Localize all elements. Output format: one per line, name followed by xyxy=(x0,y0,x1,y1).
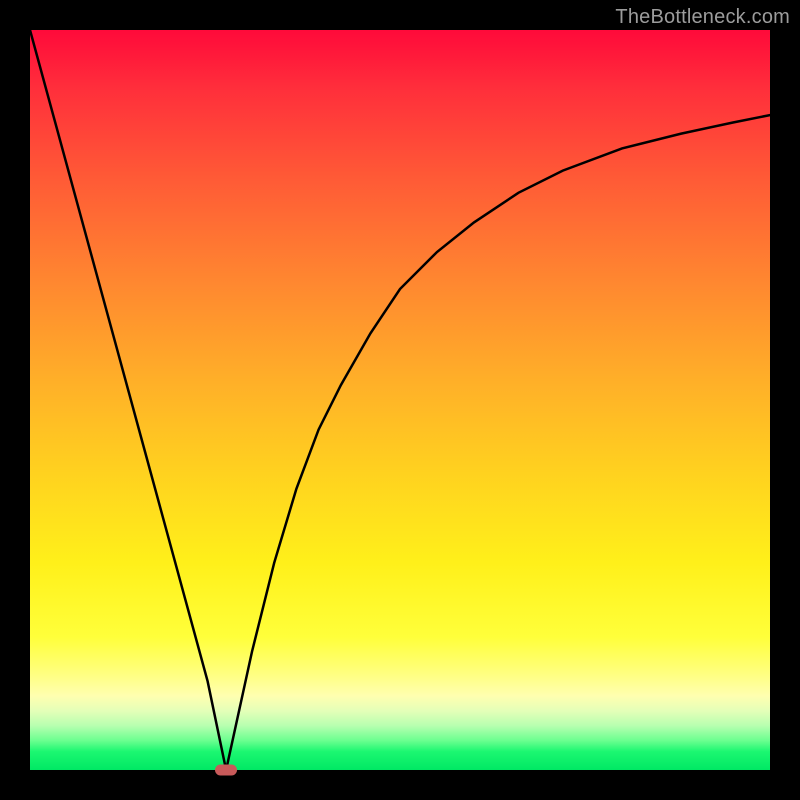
curve-svg xyxy=(30,30,770,770)
bottleneck-curve-path xyxy=(30,30,770,770)
chart-frame: TheBottleneck.com xyxy=(0,0,800,800)
watermark-text: TheBottleneck.com xyxy=(615,6,790,29)
plot-area xyxy=(30,30,770,770)
optimum-marker xyxy=(215,765,237,776)
